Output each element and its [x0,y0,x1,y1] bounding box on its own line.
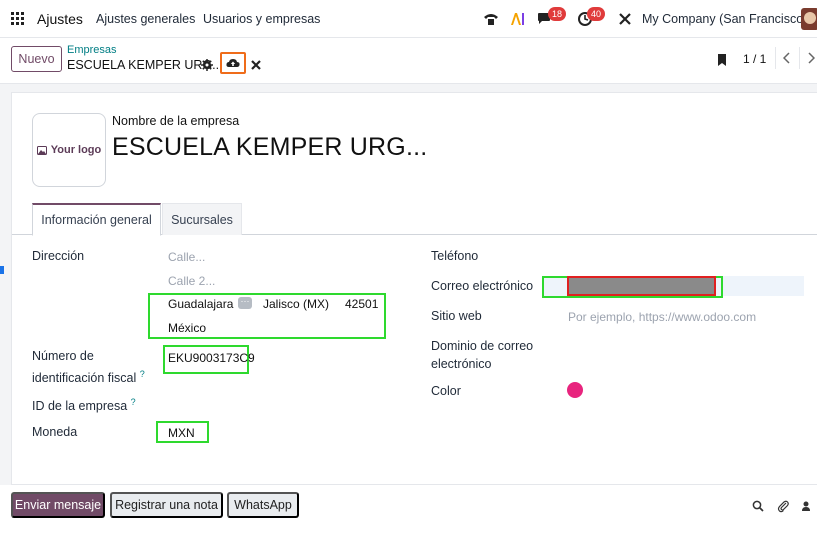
email-domain-label-line2: electrónico [431,357,492,371]
currency-label: Moneda [32,425,78,439]
pager-previous-button[interactable] [775,47,797,69]
user-avatar[interactable] [801,8,817,30]
website-label: Sitio web [431,309,482,323]
log-note-button[interactable]: Registrar una nota [110,492,223,518]
menu-general-settings[interactable]: Ajustes generales [96,12,195,26]
paperclip-icon[interactable] [775,498,791,514]
cloud-upload-icon [226,59,240,67]
company-id-label: ID de la empresa ? [32,393,136,415]
tab-general-info[interactable]: Información general [32,203,161,236]
company-name-label: Nombre de la empresa [112,114,240,128]
color-label: Color [431,384,461,398]
vat-label-line1: Número de [32,349,94,363]
company-switcher[interactable]: My Company (San Francisco) [642,12,807,26]
activities-count-badge: 40 [587,7,606,21]
discard-icon[interactable] [249,58,263,72]
top-navbar: Ajustes Ajustes generales Usuarios y emp… [0,0,817,38]
ai-icon[interactable] [508,9,528,29]
form-sheet: Your logo Nombre de la empresa ESCUELA K… [11,92,817,485]
pager-value[interactable]: 1 / 1 [743,52,766,66]
new-button[interactable]: Nuevo [11,46,62,72]
breadcrumb-companies[interactable]: Empresas [67,44,117,56]
phone-label: Teléfono [431,249,479,263]
company-id-help-tooltip[interactable]: ? [131,397,136,407]
form-tabs: Información general Sucursales [12,203,817,236]
ellipsis-icon: ··· [238,297,252,309]
street2-field[interactable]: Calle 2... [168,274,215,288]
street-field[interactable]: Calle... [168,250,205,264]
messages-count-badge: 18 [548,7,567,21]
logo-placeholder-text: Your logo [50,144,102,156]
bookmark-icon[interactable] [716,53,728,70]
website-field[interactable]: Por ejemplo, https://www.odoo.com [568,310,756,324]
control-panel: Nuevo Empresas ESCUELA KEMPER URG... 1 /… [0,38,817,84]
apps-menu-icon[interactable] [11,12,24,25]
city-field[interactable]: Guadalajara [168,297,233,311]
pager-next-button[interactable] [799,47,817,69]
chatter-bar: Enviar mensaje Registrar una nota WhatsA… [0,485,817,543]
followers-icon[interactable] [799,498,815,514]
currency-field[interactable]: MXN [168,426,195,440]
email-label: Correo electrónico [431,279,534,293]
whatsapp-button[interactable]: WhatsApp [227,492,299,518]
tab-branches[interactable]: Sucursales [162,203,242,235]
vat-label: Número de identificación fiscal ? [32,347,145,387]
country-field[interactable]: México [168,321,206,335]
chevron-right-icon [807,52,815,64]
tools-icon[interactable] [615,9,635,29]
vat-help-tooltip[interactable]: ? [140,369,145,379]
chevron-left-icon [782,52,790,64]
vat-field[interactable]: EKU9003173C9 [168,351,255,365]
email-domain-label-line1: Dominio de correo [431,339,534,353]
menu-users-companies[interactable]: Usuarios y empresas [203,12,320,26]
phone-icon[interactable] [481,9,501,29]
zip-field[interactable]: 42501 [345,297,378,311]
company-name-field[interactable]: ESCUELA KEMPER URG... [112,133,427,162]
state-field[interactable]: Jalisco (MX) [263,297,329,311]
image-icon [36,145,47,155]
company-logo[interactable]: Your logo [32,113,106,187]
email-red-highlight [567,276,716,296]
send-message-button[interactable]: Enviar mensaje [11,492,105,518]
vat-label-line2: identificación fiscal [32,371,137,386]
address-label: Dirección [32,249,85,263]
side-marker-left [0,266,4,274]
company-id-label-text: ID de la empresa [32,399,128,414]
save-button[interactable] [220,52,246,74]
gear-icon[interactable] [200,58,214,72]
app-title[interactable]: Ajustes [37,11,83,27]
color-picker[interactable] [567,382,583,398]
search-icon[interactable] [750,498,766,514]
email-domain-label: Dominio de correo electrónico [431,337,533,373]
